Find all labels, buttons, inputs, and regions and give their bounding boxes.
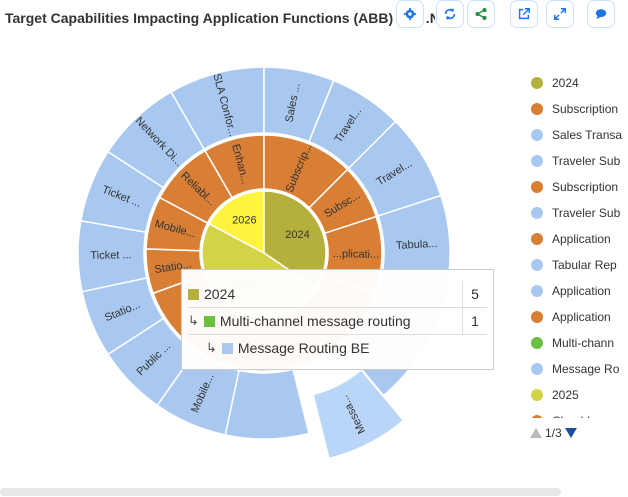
legend-marker [531,259,543,271]
legend-marker [531,337,543,349]
legend-marker [531,207,543,219]
legend-label: Sales Transa [552,128,623,142]
tooltip: 2024 5 ↳ Multi-channel message routing 1… [181,269,494,370]
outer-segment[interactable] [224,368,310,440]
legend-marker [531,285,543,297]
legend-item[interactable]: Application [531,226,628,252]
legend-label: 2024 [552,76,579,90]
chart-legend: 2024 Subscription Sales Transa Traveler Sub… [531,70,628,418]
segment-label: Ticket ... [90,249,131,262]
legend-item[interactable]: Subscription [531,174,628,200]
legend-pager: 1/3 [530,426,577,440]
legend-marker [531,155,543,167]
legend-item[interactable]: Application [531,278,628,304]
legend-label: Application [552,284,611,298]
legend-label: Cloud-base [552,414,613,418]
legend-label: Subscription [552,102,619,116]
tooltip-label: 2024 [204,286,236,302]
child-arrow-icon: ↳ [188,313,199,328]
legend-label: Application [552,310,611,324]
legend-label: Tabular Rep [552,258,617,272]
legend-marker [531,389,543,401]
segment-label: Tabula... [396,238,438,252]
legend-label: Message Ro [552,362,620,376]
legend-marker [531,363,543,375]
tooltip-swatch [203,315,215,327]
tooltip-count: 1 [462,308,487,334]
legend-marker [531,233,543,245]
legend-item[interactable]: 2024 [531,70,628,96]
legend-item[interactable]: Application [531,304,628,330]
legend-label: Multi-chann [552,336,615,350]
legend-item[interactable]: Tabular Rep [531,252,628,278]
segment-label: ...plicati... [333,248,380,261]
segment-label: 2024 [285,229,309,241]
legend-marker [531,77,543,89]
legend-label: Traveler Sub [552,206,621,220]
segment-label: 2026 [232,214,256,226]
legend-item[interactable]: Cloud-base [531,408,628,418]
tooltip-row: ↳ Multi-channel message routing 1 [188,308,487,335]
legend-marker [531,415,543,418]
legend-item[interactable]: Subscription [531,96,628,122]
tooltip-label: Multi-channel message routing [219,313,411,329]
legend-marker [531,129,543,141]
legend-item[interactable]: Traveler Sub [531,148,628,174]
tooltip-row: ↳ Message Routing BE [188,335,487,361]
tooltip-count: 5 [462,281,487,307]
legend-marker [531,311,543,323]
legend-label: Application [552,232,611,246]
child-arrow-icon: ↳ [206,340,217,355]
legend-label: 2025 [552,388,579,402]
tooltip-row: 2024 5 [188,281,487,308]
legend-item[interactable]: Message Ro [531,356,628,382]
legend-marker [531,103,543,115]
legend-item[interactable]: 2025 [531,382,628,408]
legend-item[interactable]: Sales Transa [531,122,628,148]
pager-down-arrow-icon[interactable] [564,428,577,438]
legend-marker [531,181,543,193]
tooltip-label: Message Routing BE [237,340,370,356]
horizontal-scrollbar[interactable] [0,488,561,496]
legend-label: Subscription [552,180,619,194]
legend-item[interactable]: Traveler Sub [531,200,628,226]
pager-up-arrow-icon [530,428,542,438]
pager-text: 1/3 [545,426,562,440]
tooltip-swatch [188,288,199,300]
tooltip-swatch [221,342,233,354]
legend-item[interactable]: Multi-chann [531,330,628,356]
legend-label: Traveler Sub [552,154,621,168]
